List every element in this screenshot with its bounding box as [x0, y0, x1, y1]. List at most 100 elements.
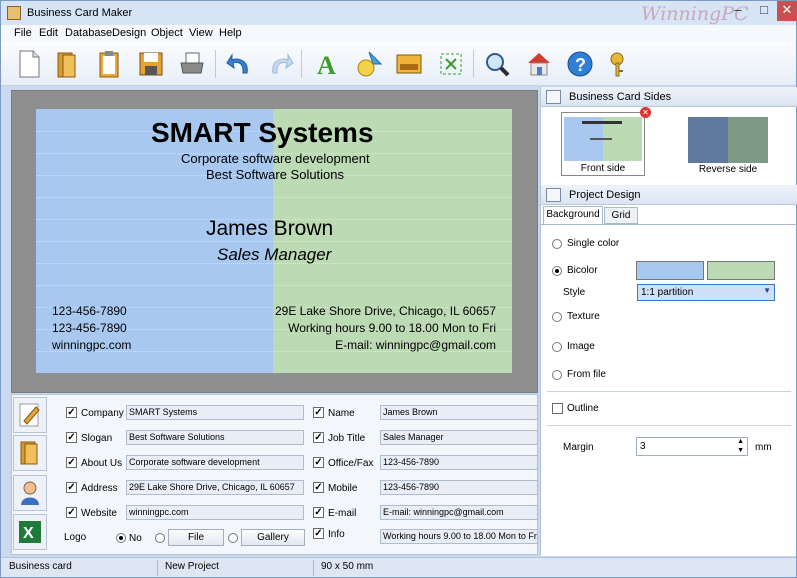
- tab-grid[interactable]: Grid: [604, 207, 638, 224]
- card-slogan[interactable]: Best Software Solutions: [206, 167, 344, 182]
- logo-file-button[interactable]: File: [168, 529, 224, 546]
- email-label: E-mail: [328, 508, 357, 519]
- text-tool-icon[interactable]: A: [311, 48, 343, 80]
- office-fax-label: Office/Fax: [328, 458, 374, 469]
- menu-design[interactable]: Design: [112, 27, 146, 39]
- style-select[interactable]: 1:1 partition ▼: [637, 284, 775, 301]
- card-fields-form: X ✓ Company SMART Systems ✓ Slogan Best …: [11, 394, 538, 555]
- address-field[interactable]: 29E Lake Shore Drive, Chicago, IL 60657: [126, 480, 304, 495]
- card-address[interactable]: 29E Lake Shore Drive, Chicago, IL 60657: [275, 304, 496, 318]
- email-checkbox[interactable]: ✓: [313, 507, 324, 518]
- fit-resize-icon[interactable]: [435, 48, 467, 80]
- home-icon[interactable]: [523, 48, 555, 80]
- help-icon[interactable]: ?: [564, 48, 596, 80]
- logo-file-radio[interactable]: [155, 533, 165, 543]
- save-disk-icon[interactable]: [135, 48, 167, 80]
- outline-checkbox[interactable]: [552, 403, 563, 414]
- info-checkbox[interactable]: ✓: [313, 528, 324, 539]
- mobile-checkbox[interactable]: ✓: [313, 482, 324, 493]
- texture-radio[interactable]: [552, 312, 562, 322]
- about-us-field[interactable]: Corporate software development: [126, 455, 304, 470]
- grid-line: [36, 197, 512, 198]
- address-checkbox[interactable]: ✓: [66, 482, 77, 493]
- project-design-header: Project Design: [541, 185, 797, 205]
- close-button[interactable]: ✕: [777, 1, 797, 21]
- texture-label: Texture: [567, 311, 600, 322]
- front-side-thumbnail[interactable]: ✕ Front side: [561, 107, 651, 176]
- address-book-button[interactable]: [13, 435, 47, 471]
- address-label: Address: [81, 483, 118, 494]
- menu-object[interactable]: Object: [151, 27, 183, 39]
- image-label: Image: [567, 341, 595, 352]
- name-field[interactable]: James Brown: [380, 405, 538, 420]
- logo-gallery-radio[interactable]: [228, 533, 238, 543]
- image-radio[interactable]: [552, 342, 562, 352]
- minimize-button[interactable]: –: [725, 1, 751, 21]
- card-job-title[interactable]: Sales Manager: [217, 245, 331, 265]
- menu-help[interactable]: Help: [219, 27, 242, 39]
- card-email[interactable]: E-mail: winningpc@gmail.com: [335, 338, 496, 352]
- edit-text-button[interactable]: [13, 397, 47, 433]
- margin-spinner[interactable]: 3 ▲ ▼: [636, 437, 748, 456]
- job-title-label: Job Title: [328, 433, 366, 444]
- card-canvas[interactable]: SMART Systems Corporate software develop…: [11, 90, 538, 393]
- website-checkbox[interactable]: ✓: [66, 507, 77, 518]
- spin-up-icon[interactable]: ▲: [737, 438, 744, 445]
- keys-icon[interactable]: [605, 48, 637, 80]
- open-folder-icon[interactable]: [51, 48, 83, 80]
- menu-database[interactable]: Database: [65, 27, 112, 39]
- color-swatch-2[interactable]: [707, 261, 775, 280]
- card-name[interactable]: James Brown: [206, 217, 333, 241]
- color-swatch-1[interactable]: [636, 261, 704, 280]
- mobile-field[interactable]: 123-456-7890: [380, 480, 538, 495]
- remove-side-icon[interactable]: ✕: [640, 107, 651, 118]
- card-website[interactable]: winningpc.com: [52, 338, 131, 352]
- maximize-button[interactable]: □: [751, 1, 777, 21]
- card-company[interactable]: SMART Systems: [151, 117, 374, 149]
- company-checkbox[interactable]: ✓: [66, 407, 77, 418]
- bicolor-radio[interactable]: [552, 266, 562, 276]
- contacts-button[interactable]: [13, 475, 47, 511]
- office-fax-field[interactable]: 123-456-7890: [380, 455, 538, 470]
- business-card-front[interactable]: SMART Systems Corporate software develop…: [36, 109, 512, 373]
- menu-view[interactable]: View: [189, 27, 213, 39]
- printer-icon[interactable]: [176, 48, 208, 80]
- name-checkbox[interactable]: ✓: [313, 407, 324, 418]
- from-file-radio[interactable]: [552, 370, 562, 380]
- card-phone-office[interactable]: 123-456-7890: [52, 304, 127, 318]
- card-phone-mobile[interactable]: 123-456-7890: [52, 321, 127, 335]
- clipboard-icon[interactable]: [93, 48, 125, 80]
- logo-gallery-button[interactable]: Gallery: [241, 529, 305, 546]
- card-about[interactable]: Corporate software development: [181, 151, 370, 166]
- logo-no-radio[interactable]: [116, 533, 126, 543]
- undo-icon[interactable]: [223, 48, 255, 80]
- job-title-checkbox[interactable]: ✓: [313, 432, 324, 443]
- redo-icon[interactable]: [265, 48, 297, 80]
- about-us-checkbox[interactable]: ✓: [66, 457, 77, 468]
- image-tool-icon[interactable]: [393, 48, 425, 80]
- logo-no-label: No: [129, 533, 142, 544]
- menu-edit[interactable]: Edit: [39, 27, 58, 39]
- slogan-field[interactable]: Best Software Solutions: [126, 430, 304, 445]
- search-zoom-icon[interactable]: [481, 48, 513, 80]
- card-hours[interactable]: Working hours 9.00 to 18.00 Mon to Fri: [288, 321, 496, 335]
- new-file-icon[interactable]: [13, 48, 45, 80]
- single-color-radio[interactable]: [552, 239, 562, 249]
- company-field[interactable]: SMART Systems: [126, 405, 304, 420]
- margin-value: 3: [640, 441, 646, 452]
- email-field[interactable]: E-mail: winningpc@gmail.com: [380, 505, 538, 520]
- reverse-side-thumbnail[interactable]: [688, 117, 768, 163]
- shapes-tool-icon[interactable]: [353, 48, 385, 80]
- info-field[interactable]: Working hours 9.00 to 18.00 Mon to Fri: [380, 529, 538, 544]
- office-fax-checkbox[interactable]: ✓: [313, 457, 324, 468]
- spin-down-icon[interactable]: ▼: [737, 447, 744, 454]
- margin-unit: mm: [755, 442, 772, 453]
- app-icon: [7, 6, 21, 20]
- card-sides-header: Business Card Sides: [541, 87, 797, 107]
- slogan-checkbox[interactable]: ✓: [66, 432, 77, 443]
- tab-background[interactable]: Background: [543, 206, 603, 224]
- excel-import-button[interactable]: X: [13, 514, 47, 550]
- menu-file[interactable]: File: [14, 27, 32, 39]
- website-field[interactable]: winningpc.com: [126, 505, 304, 520]
- job-title-field[interactable]: Sales Manager: [380, 430, 538, 445]
